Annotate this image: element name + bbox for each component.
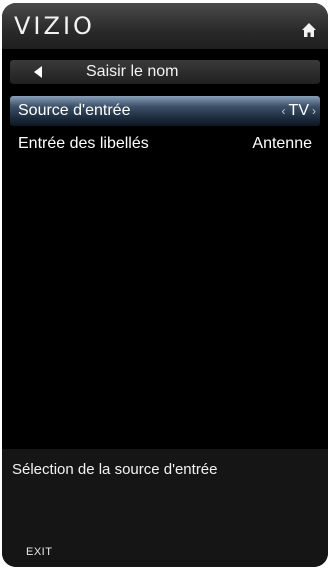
nav-bar[interactable]: Saisir le nom xyxy=(10,60,320,84)
tv-menu-panel: VIZIO Saisir le nom Source d'entrée ‹ TV… xyxy=(2,3,328,567)
exit-button[interactable]: EXIT xyxy=(26,546,52,558)
menu-item-label: Source d'entrée xyxy=(18,102,131,119)
menu-item-label: Entrée des libellés xyxy=(18,135,149,152)
home-icon[interactable] xyxy=(302,23,316,37)
chevron-left-icon[interactable]: ‹ xyxy=(282,104,286,118)
menu-item-value: Antenne xyxy=(252,135,312,152)
menu-item-input-labels[interactable]: Entrée des libellés Antenne xyxy=(10,129,320,159)
chevron-right-icon[interactable]: › xyxy=(312,104,316,118)
vizio-logo: VIZIO xyxy=(14,12,95,40)
help-text: Sélection de la source d'entrée xyxy=(12,461,218,478)
nav-title: Saisir le nom xyxy=(86,63,179,80)
menu-item-input-source[interactable]: Source d'entrée ‹ TV › xyxy=(10,96,320,126)
header-bar: VIZIO xyxy=(2,3,328,49)
menu-item-value: TV xyxy=(288,102,309,119)
help-area: Sélection de la source d'entrée EXIT xyxy=(2,449,328,567)
back-arrow-icon[interactable] xyxy=(34,66,42,78)
option-selector[interactable]: ‹ TV › xyxy=(282,96,316,126)
